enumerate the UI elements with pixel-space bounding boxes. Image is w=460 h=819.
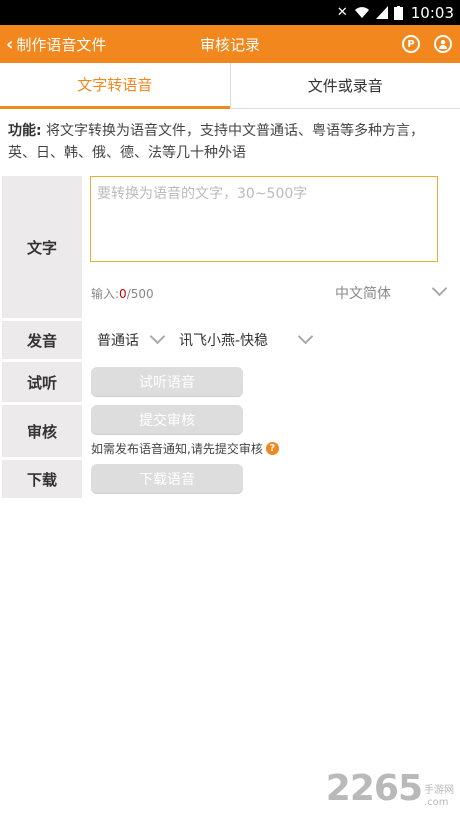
counter-value: 0: [119, 287, 127, 301]
label-review: 审核: [2, 405, 82, 457]
tab-text-to-speech[interactable]: 文字转语音: [0, 63, 230, 109]
battery-icon: [393, 5, 403, 20]
tab-file-or-recording[interactable]: 文件或录音: [229, 63, 460, 109]
chevron-down-icon[interactable]: [431, 280, 448, 297]
review-note-text: 如需发布语音通知,请先提交审核: [91, 442, 263, 456]
counter-max: /500: [126, 287, 154, 301]
submit-review-button[interactable]: 提交审核: [91, 405, 243, 435]
signal-icon: [375, 6, 388, 19]
download-button[interactable]: 下载语音: [91, 464, 243, 494]
label-download: 下载: [2, 460, 82, 498]
chevron-left-icon: ‹: [6, 33, 14, 55]
status-icons: ✕: [337, 5, 403, 20]
watermark-logo: 2265 手游网 .com: [326, 768, 454, 809]
label-text: 文字: [2, 176, 82, 318]
text-input[interactable]: [90, 176, 438, 262]
language-select[interactable]: 中文简体: [335, 283, 391, 303]
page-title[interactable]: 审核记录: [200, 36, 260, 54]
preview-button[interactable]: 试听语音: [91, 367, 243, 397]
char-counter: 输入:0/500: [91, 285, 154, 302]
chevron-down-icon[interactable]: [149, 328, 166, 345]
description-prefix: 功能:: [8, 123, 42, 139]
appbar-actions: P: [402, 35, 460, 53]
watermark-text: 手游网 .com: [424, 785, 454, 809]
watermark-line1: 手游网: [424, 785, 454, 796]
help-icon[interactable]: ?: [265, 442, 279, 455]
dialect-select[interactable]: 普通话: [97, 330, 139, 350]
back-label: 制作语音文件: [16, 35, 107, 54]
parking-icon[interactable]: P: [402, 35, 420, 53]
user-icon[interactable]: [434, 35, 452, 53]
user-glyph: [439, 40, 447, 49]
watermark-number: 2265: [325, 768, 423, 809]
wifi-icon: [354, 7, 369, 18]
label-voice: 发音: [2, 321, 82, 359]
watermark-line2: .com: [424, 797, 449, 808]
speaker-select[interactable]: 讯飞小燕-快稳: [179, 330, 268, 350]
clock: 10:03: [410, 3, 454, 22]
back-button[interactable]: ‹ 制作语音文件: [0, 34, 106, 55]
label-preview: 试听: [2, 362, 82, 402]
counter-prefix: 输入:: [91, 287, 120, 301]
chevron-down-icon[interactable]: [297, 328, 314, 345]
review-note: 如需发布语音通知,请先提交审核 ?: [91, 440, 279, 457]
mute-icon: ✕: [336, 5, 348, 20]
status-bar: ✕ 10:03: [0, 0, 460, 25]
tab-bar: 文字转语音 文件或录音: [0, 63, 460, 109]
app-bar: ‹ 制作语音文件 审核记录 P: [0, 25, 460, 63]
feature-description: 功能: 将文字转换为语音文件，支持中文普通话、粤语等多种方言，英、日、韩、俄、德…: [8, 120, 448, 164]
description-text: 将文字转换为语音文件，支持中文普通话、粤语等多种方言，英、日、韩、俄、德、法等几…: [8, 123, 425, 161]
